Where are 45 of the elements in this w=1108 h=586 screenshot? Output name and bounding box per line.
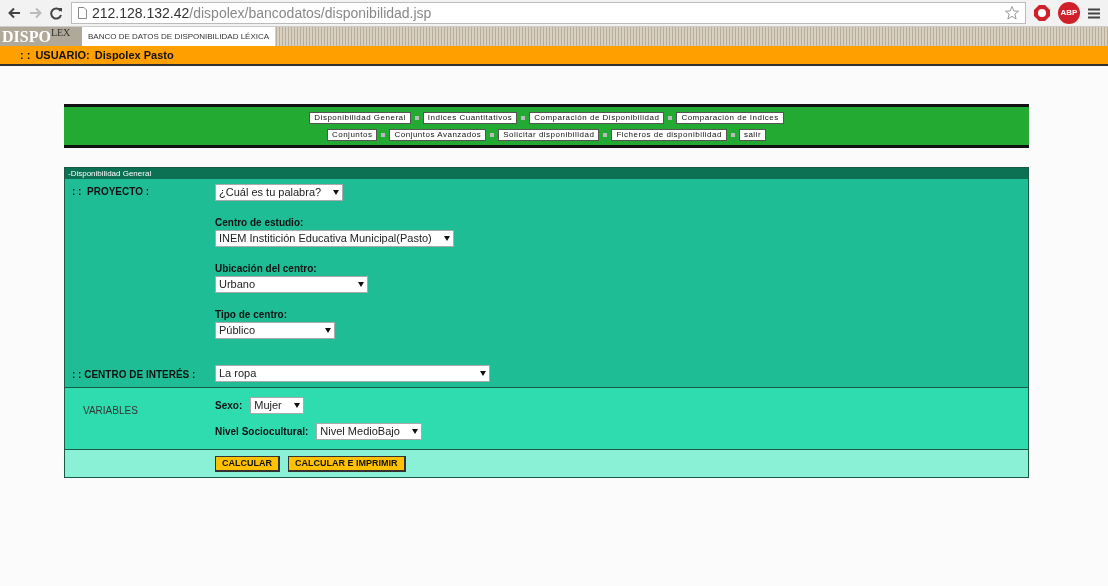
nav-button[interactable]: Conjuntos	[326, 128, 378, 141]
field-label: Nivel Sociocultural:	[215, 425, 309, 439]
caret-icon	[443, 236, 450, 241]
address-bar[interactable]: 212.128.132.42/dispolex/bancodatos/disponibilidad.jsp	[71, 2, 1026, 24]
caret-icon	[325, 328, 331, 333]
caret-icon	[293, 403, 300, 408]
nav-button[interactable]: Disponibilidad General	[309, 111, 411, 124]
field-select[interactable]: Urbano	[215, 276, 368, 293]
field-label: : : CENTRO DE INTERÉS :	[72, 367, 197, 382]
caret-icon	[480, 371, 486, 376]
nav-button[interactable]: Comparación de Indices	[676, 111, 784, 124]
field-label: Ubicación del centro:	[215, 262, 317, 276]
field-select[interactable]: INEM Institición Educativa Municipal(Pasto)	[215, 230, 454, 247]
field-label: Centro de estudio:	[215, 216, 304, 230]
star-icon[interactable]	[1005, 6, 1019, 20]
menu-icon[interactable]	[1088, 7, 1100, 19]
nav-button[interactable]: Indices Cuantitativos	[422, 111, 518, 124]
section-header: -Disponibilidad General	[65, 168, 1028, 179]
field-select[interactable]: Público	[215, 322, 335, 339]
submit-button[interactable]: CALCULAR	[215, 455, 280, 472]
user-bar: : : USUARIO: Dispolex Pasto	[0, 46, 1108, 66]
caret-icon	[411, 429, 418, 434]
nav-button[interactable]: Comparación de Disponibilidad	[529, 111, 665, 124]
page-icon	[78, 7, 87, 19]
variables-label: VARIABLES	[83, 405, 138, 416]
field-label: Tipo de centro:	[215, 308, 288, 322]
nav-button[interactable]: Solicitar disponibilidad	[498, 128, 600, 141]
caret-icon	[333, 190, 340, 195]
field-label: Sexo:	[215, 399, 243, 413]
back-icon[interactable]	[8, 7, 21, 19]
header-title: BANCO DE DATOS DE DISPONIBILIDAD LÉXICA	[88, 30, 270, 43]
url-text: 212.128.132.42/dispolex/bancodatos/disponibilidad.jsp	[92, 3, 432, 23]
nav-button[interactable]: Conjuntos Avanzados	[389, 128, 487, 141]
project-select[interactable]: ¿Cuál es tu palabra?	[215, 184, 344, 201]
reload-icon[interactable]	[50, 6, 63, 20]
nav-button[interactable]: salir	[738, 128, 767, 141]
submit-button[interactable]: CALCULAR E IMPRIMIR	[288, 455, 406, 472]
caret-icon	[358, 282, 364, 287]
field-label: : : PROYECTO :	[72, 185, 151, 199]
adblock-icon[interactable]: ABP	[1058, 2, 1080, 24]
variable-select[interactable]: Mujer	[250, 397, 304, 414]
interest-select[interactable]: La ropa	[215, 365, 490, 382]
variable-select[interactable]: Nivel MedioBajo	[316, 423, 422, 440]
stop-sign-icon[interactable]	[1034, 5, 1050, 21]
nav-button[interactable]: Ficheros de disponibilidad	[611, 128, 727, 141]
